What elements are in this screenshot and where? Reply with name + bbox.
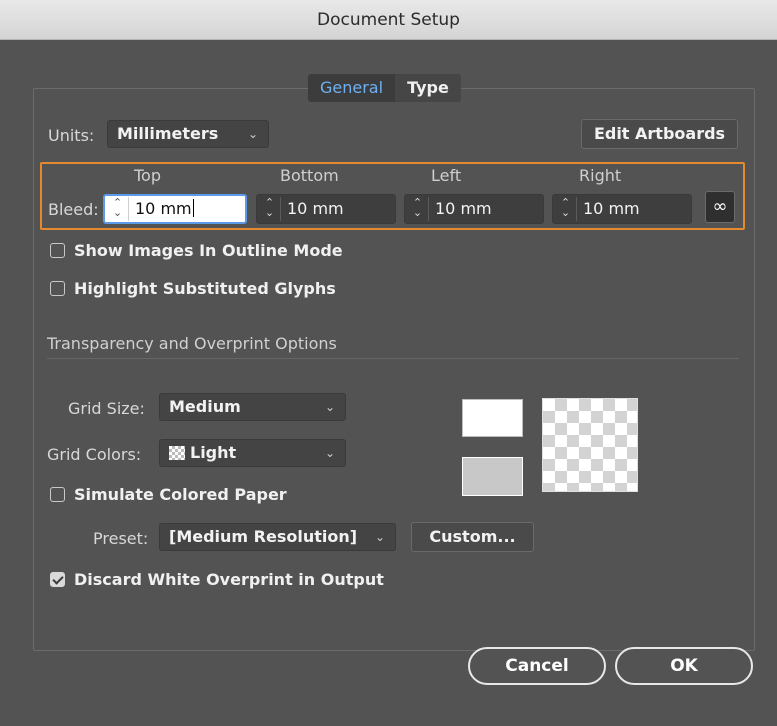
- chevron-down-icon: ⌄: [374, 530, 385, 544]
- bleed-right-value: 10 mm: [583, 199, 640, 218]
- section-divider: [47, 358, 739, 359]
- highlight-glyphs-checkbox[interactable]: [50, 281, 65, 296]
- bleed-bottom-value: 10 mm: [287, 199, 344, 218]
- bleed-right-header: Right: [579, 166, 622, 185]
- tab-bar: General Type: [308, 74, 461, 102]
- discard-white-checkbox[interactable]: [50, 572, 65, 587]
- tab-type[interactable]: Type: [395, 74, 461, 102]
- discard-white-label: Discard White Overprint in Output: [74, 570, 384, 589]
- tab-general[interactable]: General: [308, 74, 396, 102]
- simulate-paper-checkbox[interactable]: [50, 487, 65, 502]
- ok-button[interactable]: OK: [615, 647, 753, 685]
- show-images-outline-label: Show Images In Outline Mode: [74, 241, 343, 260]
- bleed-left-field[interactable]: ⌃ ⌄ 10 mm: [404, 194, 544, 224]
- custom-button[interactable]: Custom...: [411, 522, 534, 552]
- bleed-top-header: Top: [134, 166, 161, 185]
- edit-artboards-button[interactable]: Edit Artboards: [581, 119, 738, 149]
- bleed-top-value: 10 mm: [135, 199, 192, 218]
- checkerboard-swatch-icon: [169, 446, 185, 460]
- stepper-arrows-icon[interactable]: ⌃ ⌄: [407, 197, 429, 221]
- grid-colors-label: Grid Colors:: [47, 445, 142, 464]
- show-images-outline-checkbox[interactable]: [50, 243, 65, 258]
- bleed-bottom-header: Bottom: [280, 166, 339, 185]
- bleed-left-header: Left: [431, 166, 462, 185]
- units-value: Millimeters: [117, 124, 219, 143]
- stepper-arrows-icon[interactable]: ⌃ ⌄: [555, 197, 577, 221]
- chevron-down-icon: ⌄: [247, 127, 258, 141]
- chevron-down-icon: ⌄: [324, 400, 335, 414]
- cancel-button[interactable]: Cancel: [468, 647, 606, 685]
- link-chain-icon[interactable]: ∞: [705, 191, 735, 223]
- bleed-settings: Top Bottom Left Right Bleed: ⌃ ⌄ 10 mm ⌃ ⌄…: [40, 162, 745, 230]
- grid-size-value: Medium: [169, 397, 241, 416]
- preset-label: Preset:: [93, 529, 149, 548]
- units-select[interactable]: Millimeters ⌄: [107, 120, 269, 148]
- stepper-arrows-icon[interactable]: ⌃ ⌄: [259, 197, 281, 221]
- bleed-top-field[interactable]: ⌃ ⌄ 10 mm: [103, 194, 247, 224]
- bleed-label: Bleed:: [48, 200, 99, 219]
- simulate-paper-label: Simulate Colored Paper: [74, 485, 287, 504]
- stepper-arrows-icon[interactable]: ⌃ ⌄: [107, 197, 129, 221]
- transparency-grid-preview: [542, 398, 638, 492]
- units-label: Units:: [48, 126, 95, 145]
- grid-size-label: Grid Size:: [68, 399, 145, 418]
- show-images-outline-option[interactable]: Show Images In Outline Mode: [50, 241, 343, 260]
- grid-size-select[interactable]: Medium ⌄: [159, 393, 346, 421]
- highlight-glyphs-label: Highlight Substituted Glyphs: [74, 279, 336, 298]
- bleed-left-value: 10 mm: [435, 199, 492, 218]
- preset-value: [Medium Resolution]: [169, 527, 358, 546]
- grid-color-swatch[interactable]: [462, 457, 523, 496]
- grid-colors-value: Light: [190, 443, 237, 462]
- bleed-bottom-field[interactable]: ⌃ ⌄ 10 mm: [256, 194, 396, 224]
- simulate-paper-option[interactable]: Simulate Colored Paper: [50, 485, 287, 504]
- paper-color-swatch[interactable]: [462, 399, 523, 437]
- window-title: Document Setup: [0, 0, 777, 40]
- preset-select[interactable]: [Medium Resolution] ⌄: [159, 523, 396, 551]
- highlight-glyphs-option[interactable]: Highlight Substituted Glyphs: [50, 279, 336, 298]
- transparency-section-title: Transparency and Overprint Options: [47, 334, 337, 353]
- discard-white-option[interactable]: Discard White Overprint in Output: [50, 570, 384, 589]
- chevron-down-icon: ⌄: [324, 446, 335, 460]
- text-caret: [192, 199, 194, 217]
- bleed-right-field[interactable]: ⌃ ⌄ 10 mm: [552, 194, 692, 224]
- grid-colors-select[interactable]: Light ⌄: [159, 439, 346, 467]
- document-setup-dialog: General Type Units: Millimeters ⌄ Edit A…: [0, 40, 777, 726]
